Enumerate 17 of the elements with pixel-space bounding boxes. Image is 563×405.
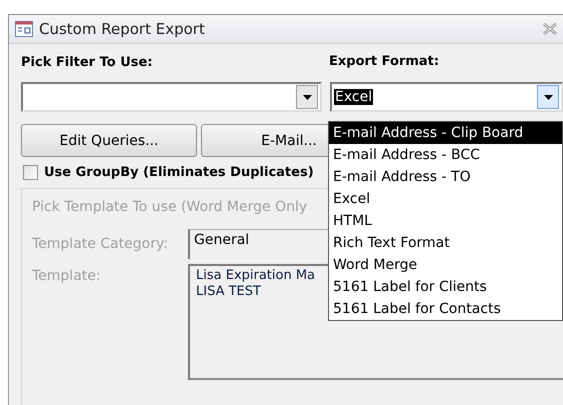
caret-icon [302,94,312,100]
form-icon [15,21,33,37]
template-category-label: Template Category: [32,236,168,252]
filter-label: Pick Filter To Use: [21,55,153,70]
format-option[interactable]: E-mail Address - Clip Board [329,122,562,144]
close-icon[interactable] [543,23,557,35]
export-format-label: Export Format: [329,54,440,70]
export-format-combo[interactable]: Excel [330,82,563,112]
group-by-label: Use GroupBy (Eliminates Duplicates) [44,165,314,180]
template-label: Template: [32,268,101,284]
filter-combo[interactable] [21,82,322,112]
edit-queries-button[interactable]: Edit Queries... [21,124,197,157]
window-title: Custom Report Export [39,20,206,38]
caret-icon [544,94,552,100]
template-section-title: Pick Template To use (Word Merge Only [32,199,308,215]
group-by-checkbox[interactable] [23,165,38,180]
selected-value: Excel [334,89,374,105]
